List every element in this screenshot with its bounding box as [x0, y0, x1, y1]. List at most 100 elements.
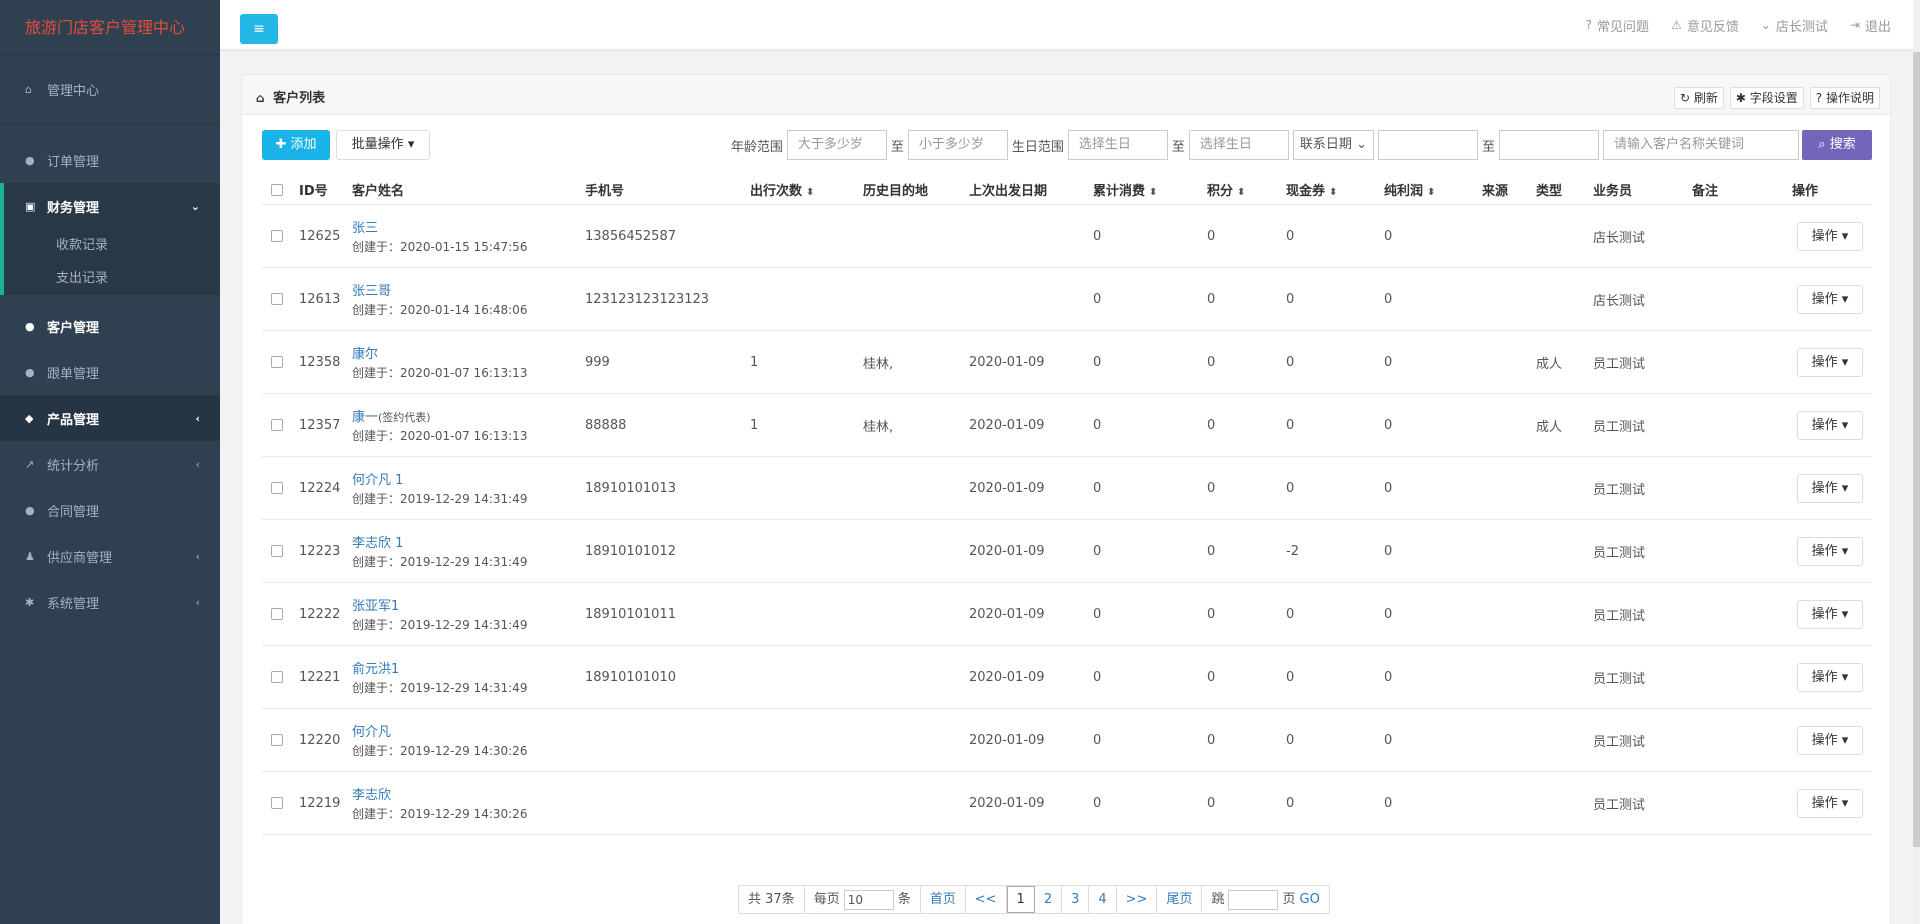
sidebar-item-contracts[interactable]: ● 合同管理 — [0, 487, 220, 533]
row-checkbox[interactable] — [271, 356, 283, 368]
faq-link[interactable]: ? 常见问题 — [1586, 16, 1649, 35]
table-row: 12224 18910101013 2020-01-09 0 0 0 0 员工测试 何介凡 1 创… — [262, 457, 1872, 520]
customer-name-link[interactable]: 李志欣 — [352, 784, 527, 803]
customer-name-link[interactable]: 张亚军1 — [352, 595, 527, 614]
age-min-input[interactable]: 大于多少岁 — [786, 130, 887, 160]
per-page-input[interactable]: 10 — [843, 889, 894, 910]
cell-phone: 18910101011 — [585, 606, 676, 622]
home-icon: ⌂ — [25, 83, 32, 96]
sidebar-item-customers[interactable]: ● 客户管理 — [0, 303, 220, 349]
prev-page-link[interactable]: << — [966, 886, 1007, 913]
home-icon: ⌂ — [256, 91, 265, 105]
jump-page-input[interactable] — [1228, 889, 1279, 910]
customer-name-link[interactable]: 何介凡 1 — [352, 469, 527, 488]
row-operations-button[interactable]: 操作 ▾ — [1797, 725, 1863, 755]
row-checkbox[interactable] — [271, 797, 283, 809]
logout-label: 退出 — [1864, 19, 1891, 35]
customer-name-link[interactable]: 李志欣 1 — [352, 532, 527, 551]
table-header: ID号 客户姓名 手机号 出行次数 ⬍ 历史目的地 上次出发日期 累计消费 ⬍ 积分… — [262, 175, 1872, 205]
age-max-input[interactable]: 小于多少岁 — [907, 130, 1008, 160]
logout-link[interactable]: ⇥ 退出 — [1850, 16, 1891, 35]
row-operations-button[interactable]: 操作 ▾ — [1797, 473, 1863, 503]
sidebar-item-products[interactable]: ◆ 产品管理 ‹ — [0, 395, 220, 441]
col-profit[interactable]: 纯利润 ⬍ — [1384, 180, 1435, 199]
birth-start-input[interactable]: 选择生日 — [1067, 130, 1168, 160]
first-page-link[interactable]: 首页 — [921, 886, 966, 913]
col-spend[interactable]: 累计消费 ⬍ — [1093, 180, 1157, 199]
sidebar-item-followup[interactable]: ● 跟单管理 — [0, 349, 220, 395]
col-id: ID号 — [299, 184, 328, 199]
page-scrollbar[interactable] — [1913, 0, 1920, 924]
user-icon: ● — [25, 503, 35, 517]
row-checkbox[interactable] — [271, 419, 283, 431]
date-end-input[interactable] — [1499, 130, 1599, 160]
panel-title: ⌂ 客户列表 — [256, 87, 325, 106]
feedback-link[interactable]: ⚠ 意见反馈 — [1671, 16, 1739, 35]
customer-name-link[interactable]: 俞元洪1 — [352, 658, 527, 677]
cell-sales: 员工测试 — [1593, 671, 1646, 687]
col-name: 客户姓名 — [352, 184, 405, 199]
row-checkbox[interactable] — [271, 671, 283, 683]
birth-end-input[interactable]: 选择生日 — [1188, 130, 1289, 160]
refresh-button[interactable]: ↻ 刷新 — [1673, 87, 1724, 109]
col-cash[interactable]: 现金券 ⬍ — [1286, 180, 1337, 199]
keyword-search-input[interactable]: 请输入客户名称关键词 — [1603, 130, 1799, 160]
sort-icon: ⬍ — [1427, 187, 1436, 198]
page-4[interactable]: 4 — [1089, 886, 1117, 913]
row-operations-button[interactable]: 操作 ▾ — [1797, 599, 1863, 629]
row-checkbox[interactable] — [271, 734, 283, 746]
page-2[interactable]: 2 — [1035, 886, 1063, 913]
row-checkbox[interactable] — [271, 545, 283, 557]
row-checkbox[interactable] — [271, 230, 283, 242]
go-button[interactable]: GO — [1300, 886, 1320, 913]
search-label: 搜索 — [1829, 137, 1856, 152]
cell-id: 12357 — [299, 417, 341, 433]
row-operations-button[interactable]: 操作 ▾ — [1797, 536, 1863, 566]
sidebar-subitem-receipts[interactable]: 收款记录 — [4, 229, 220, 262]
gear-icon: ✱ — [1735, 91, 1746, 105]
date-start-input[interactable] — [1377, 130, 1478, 160]
row-checkbox[interactable] — [271, 482, 283, 494]
row-operations-button[interactable]: 操作 ▾ — [1797, 221, 1863, 251]
row-operations-button[interactable]: 操作 ▾ — [1797, 662, 1863, 692]
help-button[interactable]: ? 操作说明 — [1809, 87, 1880, 109]
search-button[interactable]: ⌕ 搜索 — [1802, 130, 1872, 160]
customer-name-link[interactable]: 康一(签约代表) — [352, 406, 527, 425]
page-1[interactable]: 1 — [1006, 886, 1035, 913]
scrollbar-thumb[interactable] — [1913, 52, 1920, 847]
last-page-link[interactable]: 尾页 — [1157, 886, 1203, 913]
sidebar-item-stats[interactable]: ↗ 统计分析 ‹ — [0, 441, 220, 487]
sidebar-item-finance[interactable]: ▣ 财务管理 ⌄ — [4, 183, 220, 229]
col-points[interactable]: 积分 ⬍ — [1207, 180, 1245, 199]
customer-name-link[interactable]: 张三 — [352, 217, 527, 236]
sidebar-subitem-expenses[interactable]: 支出记录 — [4, 262, 220, 295]
page-3[interactable]: 3 — [1062, 886, 1090, 913]
menu-toggle-button[interactable]: ≡ — [240, 14, 278, 44]
customer-name-link[interactable]: 康尔 — [352, 343, 527, 362]
row-checkbox[interactable] — [271, 293, 283, 305]
cell-sales: 员工测试 — [1593, 482, 1646, 498]
customer-name-link[interactable]: 何介凡 — [352, 721, 527, 740]
date-type-select[interactable]: 联系日期 ⌄ — [1292, 130, 1374, 160]
user-menu-link[interactable]: ⌄ 店长测试 — [1761, 16, 1828, 35]
cell-cash: -2 — [1286, 543, 1299, 559]
sidebar-item-home[interactable]: ⌂ 管理中心 — [0, 55, 220, 125]
batch-operations-button[interactable]: 批量操作 ▾ — [336, 130, 430, 160]
sort-icon: ⬍ — [806, 187, 815, 198]
row-operations-button[interactable]: 操作 ▾ — [1797, 788, 1863, 818]
select-all-checkbox[interactable] — [271, 183, 283, 196]
row-operations-button[interactable]: 操作 ▾ — [1797, 284, 1863, 314]
sidebar-item-system[interactable]: ✱ 系统管理 ‹ — [0, 579, 220, 625]
row-checkbox[interactable] — [271, 608, 283, 620]
add-button[interactable]: ✚ 添加 — [262, 130, 330, 160]
sidebar-item-suppliers[interactable]: ♟ 供应商管理 ‹ — [0, 533, 220, 579]
customer-note: (签约代表) — [378, 411, 431, 424]
row-operations-button[interactable]: 操作 ▾ — [1797, 347, 1863, 377]
customer-name-link[interactable]: 张三哥 — [352, 280, 527, 299]
field-settings-button[interactable]: ✱ 字段设置 — [1729, 87, 1804, 109]
sidebar-item-orders[interactable]: ● 订单管理 — [0, 137, 220, 183]
col-trips[interactable]: 出行次数 ⬍ — [750, 180, 814, 199]
next-page-link[interactable]: >> — [1117, 886, 1158, 913]
row-operations-button[interactable]: 操作 ▾ — [1797, 410, 1863, 440]
chevron-down-icon: ⌄ — [1760, 18, 1771, 32]
